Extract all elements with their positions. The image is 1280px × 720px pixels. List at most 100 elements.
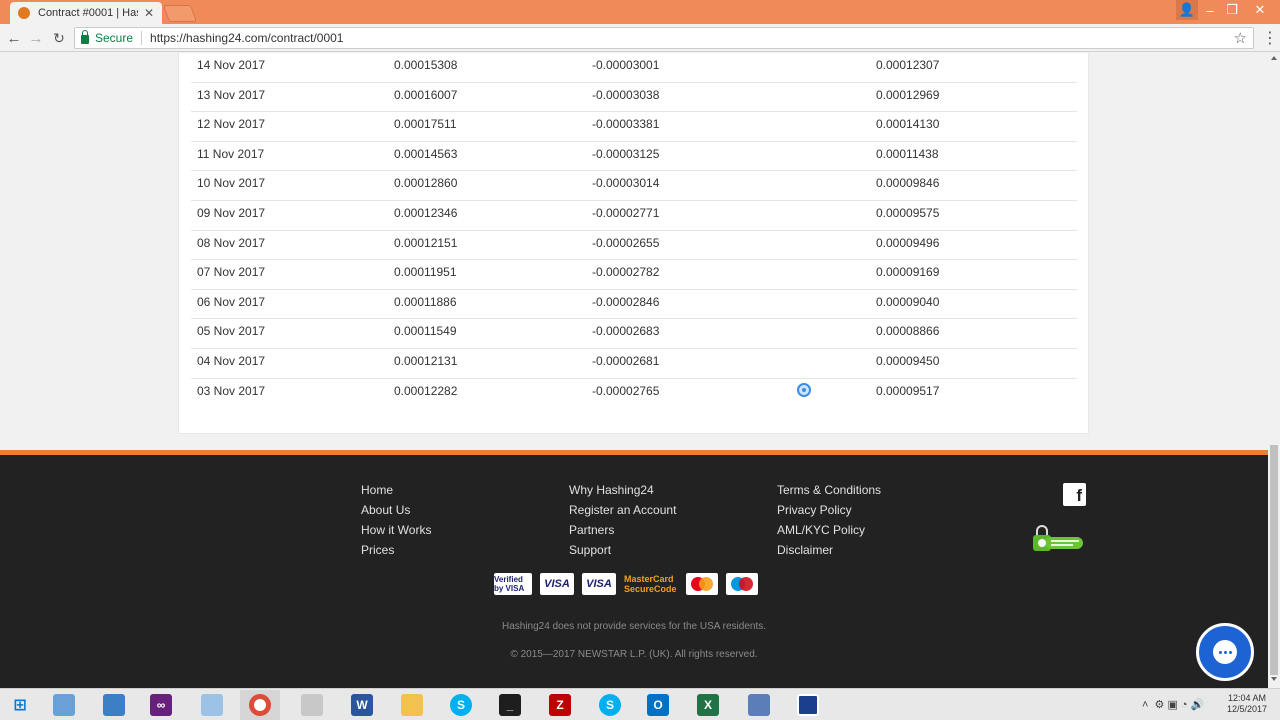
footer-link-prices[interactable]: Prices — [361, 540, 431, 560]
payouts-table: 14 Nov 2017 0.00015308 -0.00003001 0.000123… — [178, 53, 1089, 434]
scroll-down-arrow-icon[interactable] — [1271, 677, 1277, 681]
footer-link-privacy[interactable]: Privacy Policy — [777, 500, 881, 520]
row-value-a: 0.00012860 — [394, 176, 458, 191]
visual-studio-icon[interactable]: ∞ — [150, 694, 172, 716]
row-value-c: 0.00009169 — [876, 265, 940, 280]
footer-link-terms[interactable]: Terms & Conditions — [777, 480, 881, 500]
row-value-b: -0.00002846 — [592, 294, 660, 309]
filezilla-icon[interactable]: Z — [549, 694, 571, 716]
table-row: 11 Nov 2017 0.00014563 -0.00003125 0.000114… — [191, 142, 1077, 172]
chrome-icon[interactable] — [249, 694, 271, 716]
windows-taskbar: ⊞ ∞ W S _ Z S O X ˄ ⚙ ▣ ◔ 🔊 12:04 AM 12/… — [0, 688, 1280, 720]
row-value-a: 0.00011951 — [394, 265, 457, 280]
system-tray-icons[interactable]: ˄ ⚙ ▣ ◔ 🔊 — [1142, 698, 1204, 711]
row-value-c: 0.00009450 — [876, 354, 940, 368]
address-bar[interactable]: Secure https://hashing24.com/contract/00… — [74, 27, 1254, 49]
snipping-tool-icon[interactable] — [301, 694, 323, 716]
close-window-button[interactable]: ✕ — [1248, 0, 1272, 20]
url-text[interactable]: https://hashing24.com/contract/0001 — [150, 31, 1234, 45]
word-icon[interactable]: W — [351, 694, 373, 716]
forward-arrow-icon[interactable]: → — [26, 28, 46, 48]
network-tool-icon[interactable] — [748, 694, 770, 716]
row-date: 05 Nov 2017 — [197, 324, 266, 339]
close-tab-icon[interactable]: ✕ — [144, 6, 154, 20]
row-value-c: 0.00008866 — [876, 324, 940, 339]
command-prompt-icon[interactable]: _ — [499, 694, 521, 716]
row-value-c: 0.00009846 — [876, 176, 940, 191]
taskbar-clock[interactable]: 12:04 AM 12/5/2017 — [1218, 693, 1276, 715]
excel-icon[interactable]: X — [697, 694, 719, 716]
footer-link-register[interactable]: Register an Account — [569, 500, 676, 520]
row-value-a: 0.00016007 — [394, 87, 458, 102]
footer-link-aml-kyc[interactable]: AML/KYC Policy — [777, 520, 881, 540]
windows-start-icon[interactable]: ⊞ — [9, 694, 31, 716]
table-row: 13 Nov 2017 0.00016007 -0.00003038 0.000129… — [191, 83, 1077, 113]
row-value-c: 0.00009040 — [876, 294, 940, 309]
back-arrow-icon[interactable]: ← — [4, 28, 24, 48]
skype-icon[interactable]: S — [450, 694, 472, 716]
row-date: 13 Nov 2017 — [197, 87, 266, 102]
mastercard-securecode-logo: MasterCard SecureCode — [624, 574, 677, 594]
browser-tab[interactable]: Contract #0001 | Hashing ✕ — [10, 2, 162, 24]
table-row: 07 Nov 2017 0.00011951 -0.00002782 0.000091… — [191, 260, 1077, 290]
live-chat-button[interactable] — [1196, 623, 1254, 681]
browser-titlebar: Contract #0001 | Hashing ✕ 👤 – ❐ ✕ — [0, 0, 1280, 24]
footer-link-how-it-works[interactable]: How it Works — [361, 520, 431, 540]
row-date: 06 Nov 2017 — [197, 294, 266, 309]
table-row: 14 Nov 2017 0.00015308 -0.00003001 0.000123… — [191, 53, 1077, 83]
row-value-a: 0.00015308 — [394, 58, 458, 72]
row-value-b: -0.00003038 — [592, 87, 660, 102]
row-value-a: 0.00011549 — [394, 324, 457, 339]
skype-business-icon[interactable]: S — [599, 694, 621, 716]
row-value-c: 0.00012307 — [876, 58, 940, 72]
scrollbar-thumb[interactable] — [1270, 445, 1278, 675]
row-value-c: 0.00009575 — [876, 206, 940, 220]
bookmark-star-icon[interactable]: ☆ — [1234, 29, 1247, 47]
footer-link-support[interactable]: Support — [569, 540, 676, 560]
row-value-b: -0.00003001 — [592, 58, 660, 72]
clock-time: 12:04 AM — [1227, 693, 1267, 703]
site-footer: Home About Us How it Works Prices Why Ha… — [0, 450, 1268, 688]
row-value-c: 0.00012969 — [876, 87, 940, 102]
file-explorer-icon[interactable] — [401, 694, 423, 716]
footer-column-legal: Terms & Conditions Privacy Policy AML/KY… — [777, 480, 881, 560]
chrome-menu-icon[interactable]: ⋮ — [1262, 28, 1278, 48]
table-row: 05 Nov 2017 0.00011549 -0.00002683 0.000088… — [191, 319, 1077, 349]
outlook-icon[interactable]: O — [647, 694, 669, 716]
row-value-a: 0.00011886 — [394, 294, 457, 309]
row-value-a: 0.00012151 — [394, 235, 458, 250]
footer-link-why-hashing24[interactable]: Why Hashing24 — [569, 480, 676, 500]
footer-link-home[interactable]: Home — [361, 480, 431, 500]
profile-icon[interactable]: 👤 — [1176, 0, 1198, 20]
row-value-b: -0.00002782 — [592, 265, 660, 280]
row-value-b: -0.00003381 — [592, 117, 660, 132]
new-tab-button[interactable] — [162, 5, 198, 22]
table-row: 08 Nov 2017 0.00012151 -0.00002655 0.000094… — [191, 231, 1077, 261]
chat-bubble-icon — [1213, 640, 1237, 664]
row-date: 14 Nov 2017 — [197, 58, 266, 72]
notepad-icon[interactable] — [201, 694, 223, 716]
secure-label: Secure — [95, 31, 134, 45]
hashing24-favicon-icon — [18, 7, 30, 19]
minimize-button[interactable]: – — [1198, 0, 1222, 20]
payment-methods: Verified by VISA VISA VISA MasterCard Se… — [494, 573, 758, 595]
comodo-secure-seal-icon — [1033, 525, 1083, 551]
row-value-b: -0.00003125 — [592, 146, 660, 161]
footer-column-service: Why Hashing24 Register an Account Partne… — [569, 480, 676, 560]
reload-icon[interactable]: ↻ — [49, 28, 69, 48]
facebook-icon[interactable]: f — [1063, 483, 1086, 506]
restore-button[interactable]: ❐ — [1220, 0, 1244, 20]
scroll-up-arrow-icon[interactable] — [1271, 56, 1277, 60]
verified-by-visa-logo: Verified by VISA — [494, 573, 532, 595]
calculator-icon[interactable] — [53, 694, 75, 716]
footer-link-about-us[interactable]: About Us — [361, 500, 431, 520]
remote-desktop-icon[interactable] — [103, 694, 125, 716]
footer-link-disclaimer[interactable]: Disclaimer — [777, 540, 881, 560]
footer-link-partners[interactable]: Partners — [569, 520, 676, 540]
page-scrollbar[interactable] — [1268, 53, 1280, 688]
visa-logo: VISA — [540, 573, 574, 595]
row-date: 10 Nov 2017 — [197, 176, 266, 191]
app-window-icon[interactable] — [797, 694, 819, 716]
browser-toolbar: ← → ↻ Secure https://hashing24.com/contr… — [0, 24, 1280, 52]
row-value-c: 0.00014130 — [876, 117, 940, 132]
